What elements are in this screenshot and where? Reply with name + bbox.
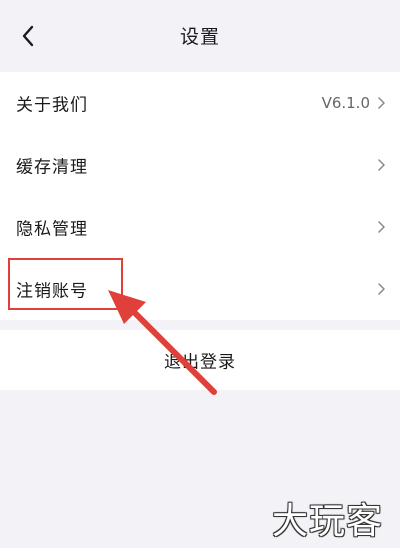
highlight-box	[8, 258, 123, 310]
logout-label: 退出登录	[164, 352, 236, 373]
page-title: 设置	[179, 26, 220, 48]
settings-item-about-us[interactable]: 关于我们 V6.1.0	[0, 72, 400, 134]
chevron-right-icon	[378, 283, 385, 295]
chevron-right-icon	[378, 159, 385, 171]
logout-button[interactable]: 退出登录	[0, 330, 400, 390]
header-bar: 设置	[0, 0, 400, 72]
chevron-right-icon	[378, 221, 385, 233]
version-value: V6.1.0	[321, 94, 370, 112]
settings-item-label: 隐私管理	[16, 219, 88, 240]
chevron-right-icon	[378, 97, 385, 109]
settings-item-privacy[interactable]: 隐私管理	[0, 196, 400, 258]
settings-item-label: 关于我们	[16, 95, 88, 116]
watermark-logo: 大玩客	[272, 501, 384, 542]
settings-item-clear-cache[interactable]: 缓存清理	[0, 134, 400, 196]
settings-item-label: 缓存清理	[16, 157, 88, 178]
